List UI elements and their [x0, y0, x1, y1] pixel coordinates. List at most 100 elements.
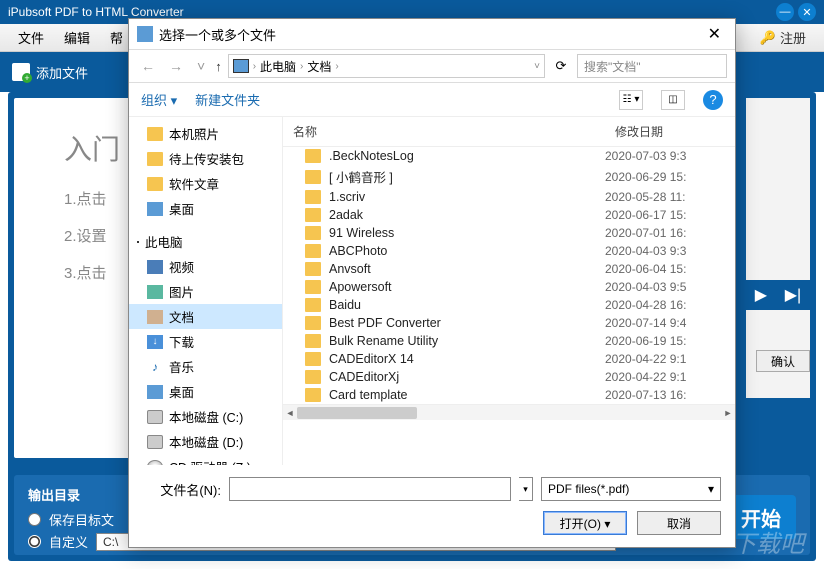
folder-icon [305, 262, 321, 276]
key-icon: 🔑 [760, 30, 776, 46]
file-date: 2020-07-13 16: [605, 388, 735, 402]
file-name: Apowersoft [329, 280, 605, 294]
scroll-thumb[interactable] [297, 407, 417, 419]
nav-up-icon[interactable]: ↑ [215, 59, 222, 74]
address-dropdown-icon[interactable]: ˅ [534, 61, 540, 72]
column-modified[interactable]: 修改日期 [605, 117, 735, 146]
filename-dropdown-icon[interactable]: ▾ [519, 477, 533, 501]
confirm-button[interactable]: 确认 [756, 350, 810, 372]
tree-cd-drive[interactable]: CD 驱动器 (Z:) [129, 454, 282, 465]
file-name: 1.scriv [329, 190, 605, 204]
folder-icon [305, 370, 321, 384]
search-input[interactable]: 搜索"文档" [577, 54, 727, 78]
picture-icon [147, 285, 163, 299]
view-mode-button[interactable]: ☷ ▾ [619, 90, 643, 110]
file-list[interactable]: 名称 修改日期 .BeckNotesLog2020-07-03 9:3[ 小鹤音… [283, 117, 735, 465]
folder-icon [147, 152, 163, 166]
folder-icon [305, 334, 321, 348]
dialog-close-button[interactable]: ✕ [702, 24, 727, 44]
play-icon[interactable]: ▶ [755, 285, 767, 305]
refresh-icon[interactable]: ⟳ [551, 58, 571, 74]
tree-pictures[interactable]: 图片 [129, 279, 282, 304]
scroll-right-icon[interactable]: ► [721, 405, 735, 421]
document-icon [147, 310, 163, 324]
start-button[interactable]: 开始 [726, 495, 796, 539]
nav-forward-icon[interactable]: → [165, 58, 187, 74]
tree-desktop[interactable]: 桌面 [129, 196, 282, 221]
tree-desktop-2[interactable]: 桌面 [129, 379, 282, 404]
list-item[interactable]: .BeckNotesLog2020-07-03 9:3 [283, 147, 735, 165]
tree-music[interactable]: 音乐 [129, 354, 282, 379]
list-item[interactable]: Bulk Rename Utility2020-06-19 15: [283, 332, 735, 350]
minimize-button[interactable]: — [776, 3, 794, 21]
scroll-left-icon[interactable]: ◄ [283, 405, 297, 421]
list-item[interactable]: ABCPhoto2020-04-03 9:3 [283, 242, 735, 260]
list-item[interactable]: Baidu2020-04-28 16: [283, 296, 735, 314]
list-item[interactable]: 91 Wireless2020-07-01 16: [283, 224, 735, 242]
list-item[interactable]: Best PDF Converter2020-07-14 9:4 [283, 314, 735, 332]
tree-videos[interactable]: 视频 [129, 254, 282, 279]
tree-pending-install[interactable]: 待上传安装包 [129, 146, 282, 171]
add-files-button[interactable]: 添加文件 [12, 63, 88, 82]
tree-this-pc[interactable]: 此电脑 [129, 229, 282, 254]
folder-icon [305, 190, 321, 204]
list-item[interactable]: [ 小鹤音形 ]2020-06-29 15: [283, 165, 735, 188]
tree-disk-c[interactable]: 本地磁盘 (C:) [129, 404, 282, 429]
search-placeholder: 搜索"文档" [584, 58, 641, 75]
file-date: 2020-04-03 9:5 [605, 280, 735, 294]
breadcrumb-folder[interactable]: 文档 [307, 58, 331, 75]
radio-custom[interactable] [28, 535, 41, 548]
menu-edit[interactable]: 编辑 [54, 28, 100, 47]
register-label: 注册 [780, 28, 806, 47]
nav-recent-icon[interactable]: ˅ [193, 58, 209, 74]
radio-save-target[interactable] [28, 513, 41, 526]
file-date: 2020-06-19 15: [605, 334, 735, 348]
tree-software-articles[interactable]: 软件文章 [129, 171, 282, 196]
close-button[interactable]: ✕ [798, 3, 816, 21]
list-item[interactable]: Card template2020-07-13 16: [283, 386, 735, 404]
next-icon[interactable]: ▶| [785, 285, 801, 305]
video-icon [147, 260, 163, 274]
tree-local-photos[interactable]: 本机照片 [129, 121, 282, 146]
tree-downloads[interactable]: 下载 [129, 329, 282, 354]
folder-icon [305, 149, 321, 163]
player-controls: ▶ ▶| [746, 280, 810, 310]
disk-icon [147, 410, 163, 424]
chevron-right-icon[interactable]: › [300, 61, 303, 72]
file-type-filter[interactable]: PDF files(*.pdf) ▾ [541, 477, 721, 501]
file-name: CADEditorXj [329, 370, 605, 384]
new-folder-button[interactable]: 新建文件夹 [195, 90, 260, 109]
list-item[interactable]: 2adak2020-06-17 15: [283, 206, 735, 224]
folder-tree[interactable]: 本机照片 待上传安装包 软件文章 桌面 此电脑 视频 图片 文档 下载 音乐 桌… [129, 117, 283, 465]
folder-icon [305, 316, 321, 330]
list-item[interactable]: Apowersoft2020-04-03 9:5 [283, 278, 735, 296]
folder-icon [305, 388, 321, 402]
pc-icon [233, 59, 249, 73]
nav-back-icon[interactable]: ← [137, 58, 159, 74]
list-item[interactable]: Anvsoft2020-06-04 15: [283, 260, 735, 278]
tree-documents[interactable]: 文档 [129, 304, 282, 329]
pc-icon [137, 241, 139, 243]
list-item[interactable]: 1.scriv2020-05-28 11: [283, 188, 735, 206]
address-bar[interactable]: › 此电脑 › 文档 › ˅ [228, 54, 545, 78]
preview-pane-button[interactable]: ◫ [661, 90, 685, 110]
tree-disk-d[interactable]: 本地磁盘 (D:) [129, 429, 282, 454]
register-button[interactable]: 🔑 注册 [750, 26, 816, 49]
file-date: 2020-06-29 15: [605, 170, 735, 184]
menu-file[interactable]: 文件 [8, 28, 54, 47]
open-button[interactable]: 打开(O) ▾ [543, 511, 627, 535]
column-name[interactable]: 名称 [283, 117, 605, 146]
cancel-button[interactable]: 取消 [637, 511, 721, 535]
filename-input[interactable] [229, 477, 511, 501]
horizontal-scrollbar[interactable]: ◄ ► [283, 404, 735, 420]
organize-menu[interactable]: 组织 ▾ [141, 90, 177, 109]
file-name: [ 小鹤音形 ] [329, 167, 605, 186]
file-name: CADEditorX 14 [329, 352, 605, 366]
chevron-right-icon[interactable]: › [335, 61, 338, 72]
chevron-right-icon[interactable]: › [253, 61, 256, 72]
breadcrumb-root[interactable]: 此电脑 [260, 58, 296, 75]
list-item[interactable]: CADEditorXj2020-04-22 9:1 [283, 368, 735, 386]
help-icon[interactable]: ? [703, 90, 723, 110]
file-name: Best PDF Converter [329, 316, 605, 330]
list-item[interactable]: CADEditorX 142020-04-22 9:1 [283, 350, 735, 368]
